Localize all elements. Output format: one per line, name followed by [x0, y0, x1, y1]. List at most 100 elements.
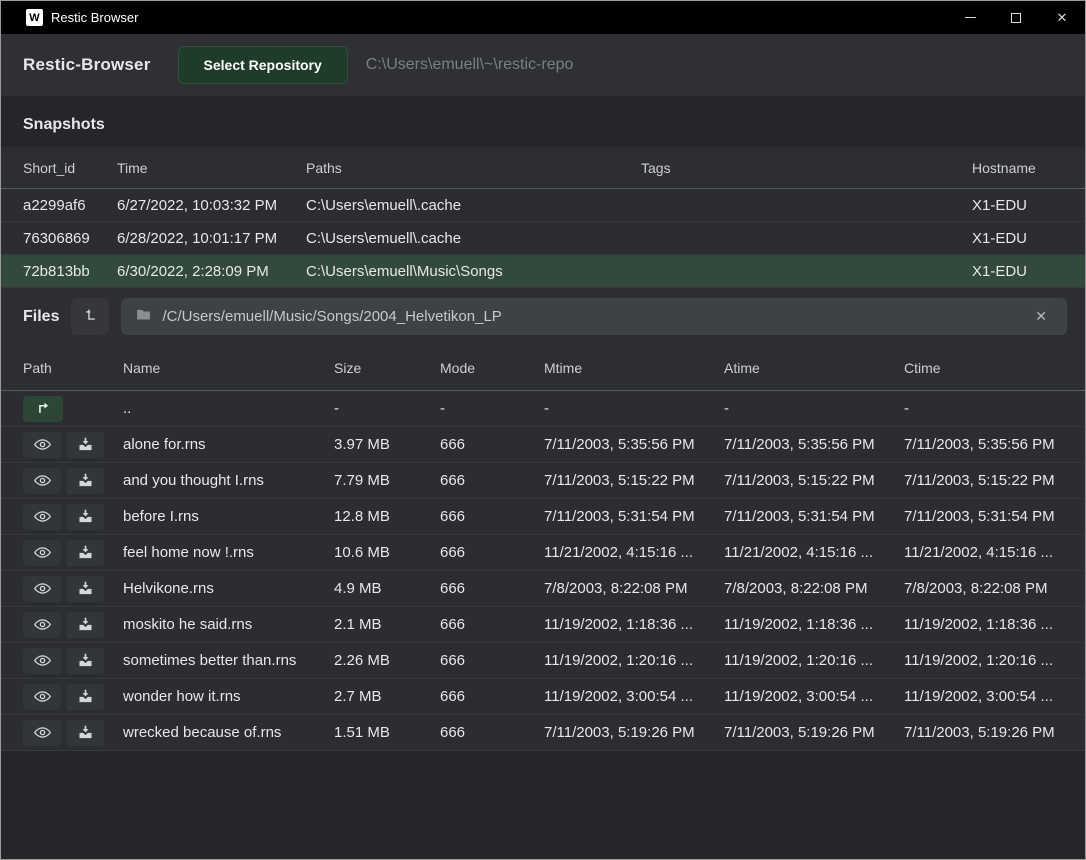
cell-mtime: 11/19/2002, 1:20:16 ...: [544, 652, 724, 669]
view-file-button[interactable]: [23, 468, 61, 494]
cell-ctime: -: [904, 400, 1063, 417]
snapshots-table-head: Short_idTimePathsTagsHostname: [1, 147, 1085, 189]
window-controls: ✕: [947, 1, 1085, 34]
path-actions: [23, 720, 123, 746]
cell-short-id: 72b813bb: [23, 263, 117, 280]
eye-icon: [33, 435, 52, 454]
cell-size: 1.51 MB: [334, 724, 440, 741]
cell-size: 7.79 MB: [334, 472, 440, 489]
cell-size: 12.8 MB: [334, 508, 440, 525]
cell-hostname: X1-EDU: [972, 230, 1063, 247]
cell-name: and you thought I.rns: [123, 472, 334, 489]
cell-atime: 11/21/2002, 4:15:16 ...: [724, 544, 904, 561]
eye-icon: [33, 507, 52, 526]
path-breadcrumb[interactable]: /C/Users/emuell/Music/Songs/2004_Helveti…: [121, 298, 1067, 335]
maximize-button[interactable]: [993, 1, 1039, 34]
cell-ctime: 11/21/2002, 4:15:16 ...: [904, 544, 1063, 561]
cell-mode: 666: [440, 508, 544, 525]
download-icon: [77, 436, 94, 453]
path-actions: [23, 468, 123, 494]
file-row: Helvikone.rns4.9 MB6667/8/2003, 8:22:08 …: [1, 571, 1085, 607]
eye-icon: [33, 687, 52, 706]
cell-size: 2.26 MB: [334, 652, 440, 669]
path-actions: [23, 540, 123, 566]
cell-name: feel home now !.rns: [123, 544, 334, 561]
cell-ctime: 7/11/2003, 5:35:56 PM: [904, 436, 1063, 453]
app-window: W Restic Browser ✕ Restic-Browser Select…: [0, 0, 1086, 860]
view-file-button[interactable]: [23, 720, 61, 746]
download-file-button[interactable]: [66, 720, 104, 746]
cell-ctime: 11/19/2002, 3:00:54 ...: [904, 688, 1063, 705]
view-file-button[interactable]: [23, 504, 61, 530]
view-file-button[interactable]: [23, 432, 61, 458]
cell-name: alone for.rns: [123, 436, 334, 453]
path-actions: [23, 648, 123, 674]
cell-mode: 666: [440, 544, 544, 561]
files-heading: Files: [23, 308, 59, 326]
breadcrumb-path-text: /C/Users/emuell/Music/Songs/2004_Helveti…: [162, 308, 501, 325]
files-table-body: ..-----alone for.rns3.97 MB6667/11/2003,…: [1, 391, 1085, 751]
cell-hostname: X1-EDU: [972, 197, 1063, 214]
folder-icon: [135, 306, 152, 328]
close-icon: ✕: [1057, 11, 1068, 24]
cell-size: -: [334, 400, 440, 417]
cell-atime: 7/11/2003, 5:19:26 PM: [724, 724, 904, 741]
cell-mode: 666: [440, 724, 544, 741]
cell-name: wrecked because of.rns: [123, 724, 334, 741]
download-icon: [77, 616, 94, 633]
select-repository-button[interactable]: Select Repository: [178, 46, 348, 84]
path-actions: [23, 612, 123, 638]
download-file-button[interactable]: [66, 684, 104, 710]
cell-atime: 7/11/2003, 5:31:54 PM: [724, 508, 904, 525]
cell-ctime: 7/11/2003, 5:15:22 PM: [904, 472, 1063, 489]
column-header-name: Name: [123, 360, 334, 376]
eye-icon: [33, 615, 52, 634]
cell-name: wonder how it.rns: [123, 688, 334, 705]
snapshot-row[interactable]: a2299af66/27/2022, 10:03:32 PMC:\Users\e…: [1, 189, 1085, 222]
cell-ctime: 11/19/2002, 1:18:36 ...: [904, 616, 1063, 633]
download-file-button[interactable]: [66, 468, 104, 494]
download-icon: [77, 508, 94, 525]
cell-mode: 666: [440, 616, 544, 633]
minimize-button[interactable]: [947, 1, 993, 34]
tree-view-toggle-button[interactable]: [71, 298, 109, 335]
file-row: sometimes better than.rns2.26 MB66611/19…: [1, 643, 1085, 679]
download-file-button[interactable]: [66, 648, 104, 674]
snapshot-row[interactable]: 763068696/28/2022, 10:01:17 PMC:\Users\e…: [1, 222, 1085, 255]
column-header-hostname: Hostname: [972, 160, 1063, 176]
column-header-atime: Atime: [724, 360, 904, 376]
clear-path-button[interactable]: ✕: [1029, 306, 1053, 327]
cell-hostname: X1-EDU: [972, 263, 1063, 280]
path-actions: [23, 432, 123, 458]
download-file-button[interactable]: [66, 432, 104, 458]
up-directory-icon: [34, 399, 53, 418]
cell-paths: C:\Users\emuell\.cache: [306, 197, 641, 214]
view-file-button[interactable]: [23, 648, 61, 674]
cell-mtime: 11/19/2002, 3:00:54 ...: [544, 688, 724, 705]
cell-mode: 666: [440, 580, 544, 597]
repository-path: C:\Users\emuell\~\restic-repo: [366, 56, 574, 74]
cell-mtime: 11/19/2002, 1:18:36 ...: [544, 616, 724, 633]
cell-atime: 11/19/2002, 1:18:36 ...: [724, 616, 904, 633]
path-actions: [23, 504, 123, 530]
download-file-button[interactable]: [66, 612, 104, 638]
download-file-button[interactable]: [66, 576, 104, 602]
view-file-button[interactable]: [23, 684, 61, 710]
files-table-head: PathNameSizeModeMtimeAtimeCtime: [1, 345, 1085, 391]
path-actions: [23, 396, 123, 422]
cell-mode: 666: [440, 652, 544, 669]
view-file-button[interactable]: [23, 612, 61, 638]
cell-mode: 666: [440, 688, 544, 705]
close-button[interactable]: ✕: [1039, 1, 1085, 34]
up-directory-button[interactable]: [23, 396, 63, 422]
download-icon: [77, 472, 94, 489]
cell-size: 2.1 MB: [334, 616, 440, 633]
download-file-button[interactable]: [66, 504, 104, 530]
view-file-button[interactable]: [23, 540, 61, 566]
snapshot-row[interactable]: 72b813bb6/30/2022, 2:28:09 PMC:\Users\em…: [1, 255, 1085, 288]
view-file-button[interactable]: [23, 576, 61, 602]
file-row-parent: ..-----: [1, 391, 1085, 427]
download-file-button[interactable]: [66, 540, 104, 566]
folder-icon: [135, 306, 152, 323]
cell-name: before I.rns: [123, 508, 334, 525]
